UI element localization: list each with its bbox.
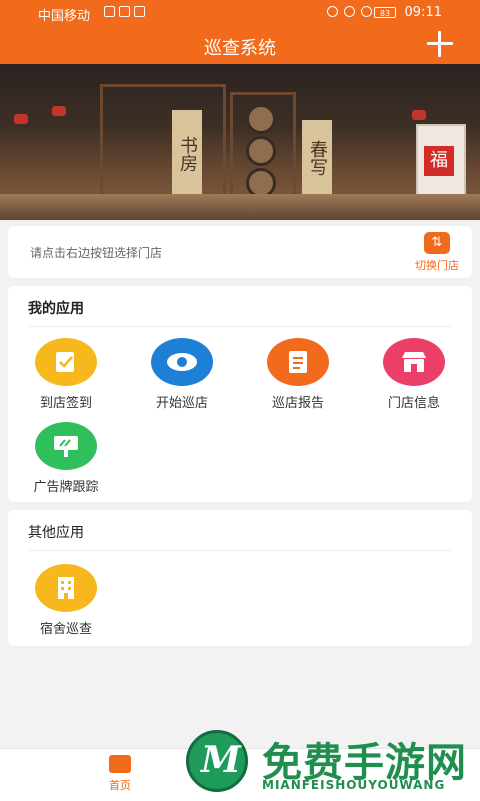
status-bar: 中国移动 83 09:11 [0,0,480,26]
lantern-icon [412,110,426,120]
tab-home-label: 首页 [109,779,131,792]
app-header: 巡查系统 [0,26,480,64]
battery-icon: 83 [374,7,396,18]
signal-icon [119,6,130,17]
my-apps-title: 我的应用 [28,301,84,317]
other-apps-title: 其他应用 [28,525,84,541]
signal-icons [104,6,145,17]
vibrate-icon [361,6,372,17]
app-checkin[interactable]: 到店签到 [16,338,116,412]
app-label: 广告牌跟踪 [33,480,99,495]
system-icons [327,6,372,17]
billboard-icon [35,422,97,470]
app-patrol-report[interactable]: 巡店报告 [248,338,348,412]
app-start-patrol[interactable]: 开始巡店 [132,338,232,412]
lantern-icon [14,114,28,124]
lantern-icon [52,106,66,116]
app-label: 宿舍巡查 [39,622,92,637]
switch-icon: ⇅ [424,232,450,254]
page-title: 巡查系统 [204,38,276,59]
app-label: 开始巡店 [155,396,208,411]
banner-floor [0,194,480,220]
building-icon [35,564,97,612]
watermark: M 免费手游网 MIANFEISHOUYOUWANG [186,730,476,796]
add-icon[interactable] [426,30,454,58]
banner-image: 书房 春写 福 [0,64,480,220]
watermark-logo: M [186,730,248,792]
switch-store-button[interactable]: ⇅ 切换门店 [408,232,466,274]
wifi-icon [134,6,145,17]
other-apps-card: 其他应用 宿舍巡查 [8,510,472,646]
fu-character: 福 [424,146,454,176]
app-label: 到店签到 [39,396,92,411]
store-selector-card: 请点击右边按钮选择门店 ⇅ 切换门店 [8,226,472,278]
app-store-info[interactable]: 门店信息 [364,338,464,412]
divider [28,550,452,551]
eye-icon [151,338,213,386]
round-lattice-icon [246,136,276,166]
fu-poster: 福 [416,124,466,204]
store-icon [383,338,445,386]
clock: 09:11 [404,5,442,20]
watermark-logo-letter: M [201,739,241,781]
round-lattice-icon [246,104,276,134]
app-label: 巡店报告 [271,396,324,411]
tab-home[interactable]: 首页 [80,755,160,799]
carrier-label: 中国移动 [38,9,91,24]
app-billboard-tracking[interactable]: 广告牌跟踪 [16,422,116,496]
shop-sign-right: 春写 [302,120,332,196]
divider [28,326,452,327]
my-apps-card: 我的应用 到店签到 开始巡店 巡店报告 门店信息 广告牌跟踪 [8,286,472,502]
watermark-subtext: MIANFEISHOUYOUWANG [262,778,446,792]
hd-icon [104,6,115,17]
bluetooth-icon [344,6,355,17]
store-prompt: 请点击右边按钮选择门店 [30,246,163,260]
app-dorm-inspection[interactable]: 宿舍巡查 [16,564,116,638]
switch-store-label: 切换门店 [415,259,459,272]
home-icon [109,755,131,773]
report-icon [267,338,329,386]
checkin-icon [35,338,97,386]
alarm-icon [327,6,338,17]
app-label: 门店信息 [387,396,440,411]
shop-sign-left: 书房 [172,110,202,198]
wooden-frame [100,84,226,202]
